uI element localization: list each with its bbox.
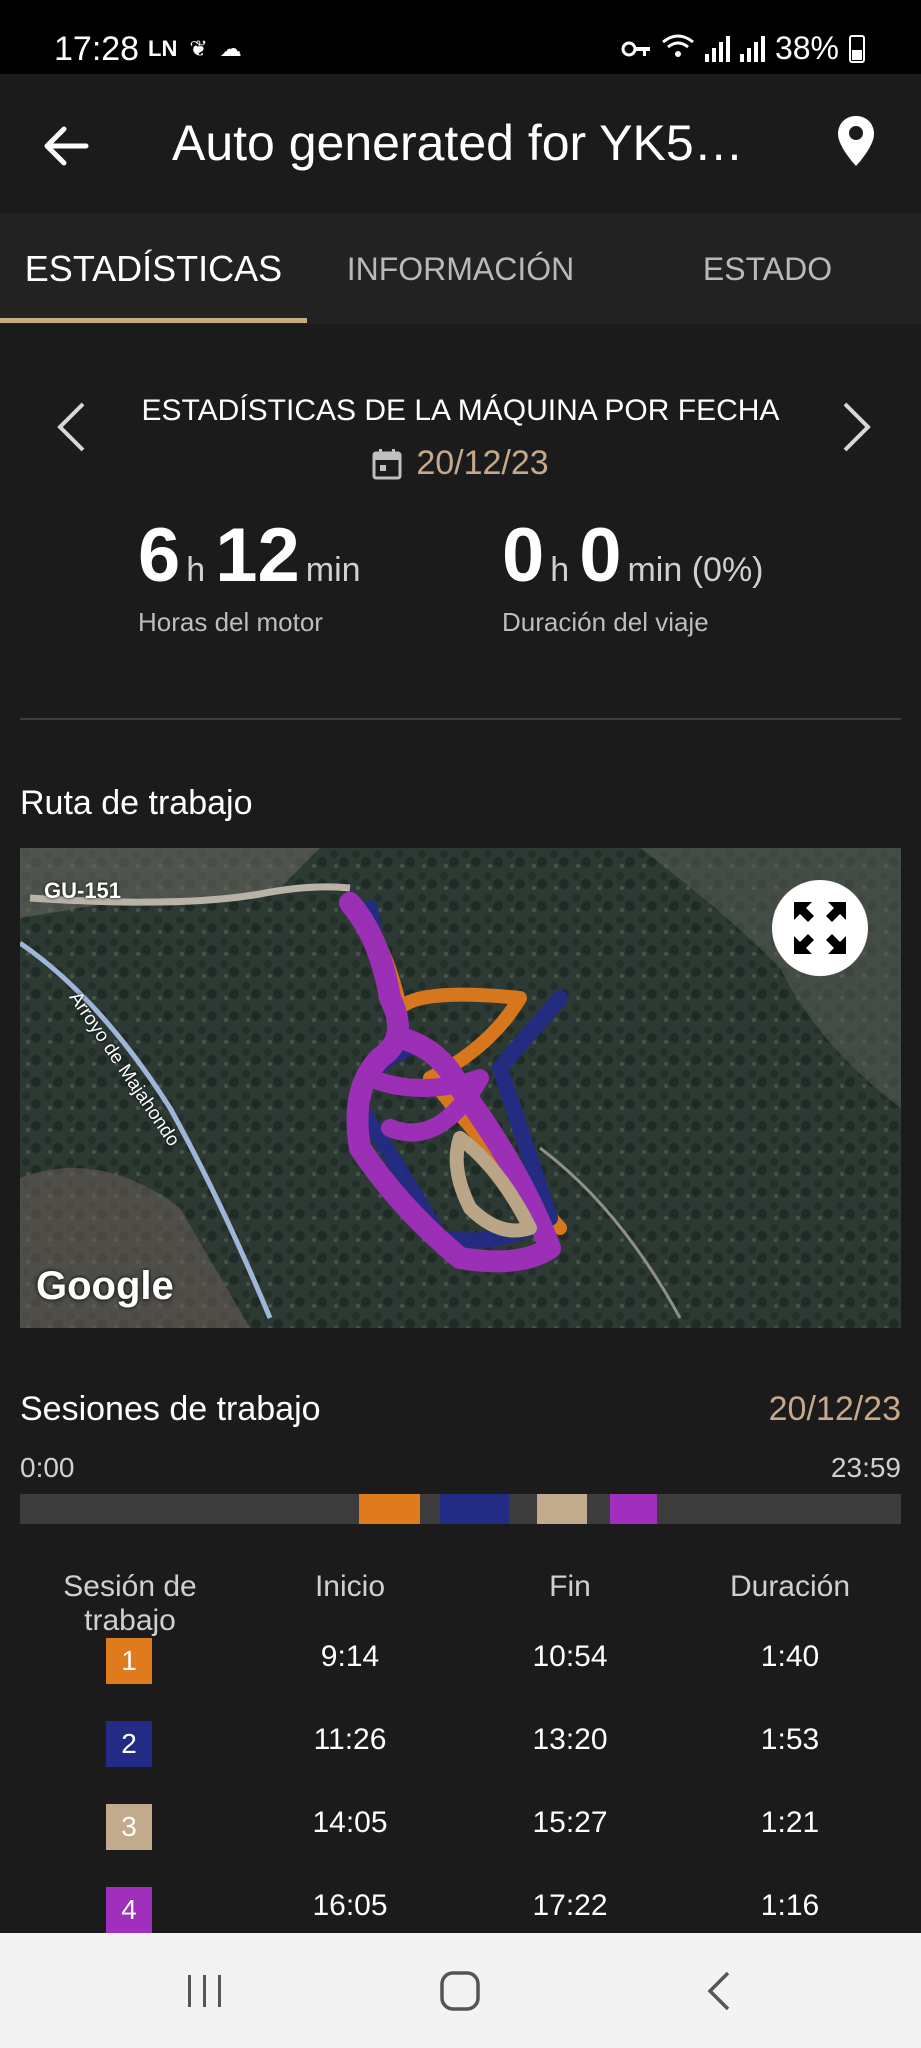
engine-hours-unit: h [186,551,206,589]
header-duration: Duración [729,1570,851,1603]
session-end: 17:22 [532,1889,608,1922]
timeline-segment [358,1494,421,1524]
road-label: GU-151 [44,878,122,903]
session-duration: 1:40 [760,1640,820,1673]
notification-icons: LN ❦ ☁ [148,36,242,62]
cloud-chat-icon: ☁ [219,36,242,61]
key-icon [621,30,651,67]
sessions-title: Sesiones de trabajo [20,1390,321,1428]
sessions-timeline [20,1494,901,1524]
session-start: 16:05 [312,1889,388,1922]
session-start: 11:26 [313,1723,387,1756]
map-pin-icon [838,116,874,166]
location-button[interactable] [836,114,892,178]
status-time: 17:28 [54,30,140,68]
status-bar: 17:28 LN ❦ ☁ 38% [0,0,921,74]
back-nav-icon [707,1971,730,2011]
engine-hours-metric: 6 h 12 min Horas del motor [138,512,371,638]
system-nav-bar [0,1933,921,2048]
trip-duration-label: Duración del viaje [502,607,709,637]
engine-minutes-value: 12 [215,513,300,598]
fullscreen-button[interactable] [772,880,868,976]
system-icons: 38% [621,30,865,67]
timeline-start: 0:00 [20,1452,75,1483]
back-button[interactable] [36,116,96,176]
engine-hours-label: Horas del motor [138,607,323,637]
trip-minutes-value: 0 [579,513,622,598]
trip-duration-metric: 0 h 0 min (0%) Duración del viaje [502,512,774,638]
expand-icon [794,902,846,954]
header-end: Fin [549,1570,591,1603]
engine-hours-value: 6 [138,513,181,598]
signal-icon [704,35,730,62]
session-duration: 1:53 [760,1723,820,1756]
session-chip: 3 [106,1804,152,1850]
trip-hours-value: 0 [502,513,545,598]
session-duration: 1:16 [760,1889,820,1922]
session-start: 14:05 [312,1806,388,1839]
recent-apps-icon [188,1975,221,2007]
date-selector[interactable]: 20/12/23 [0,444,921,483]
timeline-segment [610,1494,658,1524]
tab-estado[interactable]: ESTADO [614,214,921,324]
route-title: Ruta de trabajo [20,784,253,822]
header-session: Sesión de trabajo [63,1570,197,1637]
app-bar: Auto generated for YK5… [0,74,921,214]
home-button[interactable] [436,1967,486,2015]
battery-icon [849,34,865,63]
tab-estadisticas[interactable]: ESTADÍSTICAS [0,214,307,324]
sessions-date: 20/12/23 [768,1390,901,1428]
session-chip: 1 [106,1638,152,1684]
session-duration: 1:21 [760,1806,820,1839]
session-end: 13:20 [532,1723,608,1756]
trip-hours-unit: h [550,551,570,589]
header-start: Inicio [314,1570,386,1603]
page-title: Auto generated for YK5… [172,115,744,171]
ln-icon: LN [148,36,178,61]
selected-date: 20/12/23 [416,444,549,482]
signal-icon-2 [739,35,765,62]
route-map[interactable]: GU-151 Arroyo de Majahondo Google [20,848,901,1328]
timeline-segment [536,1494,588,1524]
tab-informacion[interactable]: INFORMACIÓN [307,214,614,324]
home-icon [440,1971,480,2011]
engine-minutes-unit: min [305,551,361,589]
timeline-end: 23:59 [830,1452,901,1483]
back-nav-button[interactable] [700,1969,740,2013]
battery-text: 38% [774,30,839,66]
recent-apps-button[interactable] [180,1969,230,2013]
flower-icon: ❦ [189,36,208,61]
timeline-segment [439,1494,510,1524]
stats-title: ESTADÍSTICAS DE LA MÁQUINA POR FECHA [141,394,780,427]
wifi-icon [661,30,695,67]
session-end: 15:27 [532,1806,608,1839]
session-start: 9:14 [320,1640,380,1673]
trip-minutes-unit: min (0%) [627,551,764,589]
session-chip: 2 [106,1721,152,1767]
satellite-map-image [20,848,901,1328]
google-logo: Google [36,1264,174,1308]
active-tab-indicator [0,318,307,323]
arrow-left-icon [44,126,89,166]
tab-bar: ESTADÍSTICAS INFORMACIÓN ESTADO [0,214,921,324]
session-end: 10:54 [532,1640,608,1673]
calendar-icon [372,448,402,479]
session-chip: 4 [106,1887,152,1933]
divider [20,718,901,720]
